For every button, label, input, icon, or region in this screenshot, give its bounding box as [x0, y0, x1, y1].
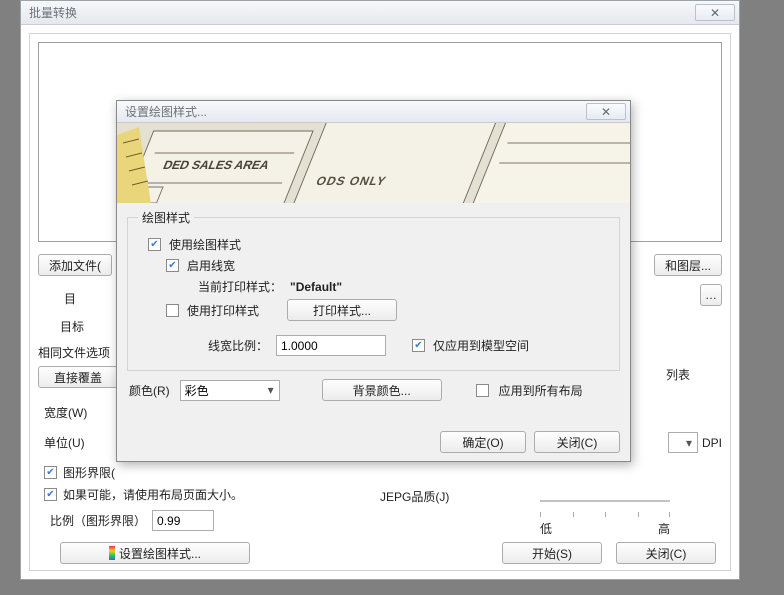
plot-style-group: 绘图样式 使用绘图样式 启用线宽 当前打印样式： "Default" 使用打印样… [127, 209, 620, 371]
plot-styles-titlebar: 设置绘图样式... ✕ [117, 101, 630, 123]
banner-illustration: DED SALES AREA ODS ONLY [117, 123, 630, 203]
color-select[interactable]: 彩色 [180, 380, 280, 401]
plot-styles-banner: DED SALES AREA ODS ONLY [117, 123, 630, 203]
plot-styles-dialog: 设置绘图样式... ✕ DED SALES AREA ODS ONLY [116, 100, 631, 462]
background-color-button[interactable]: 背景颜色... [322, 379, 442, 401]
browse-button[interactable]: … [700, 284, 722, 306]
direct-overwrite-button[interactable]: 直接覆盖 [38, 366, 118, 388]
layers-button[interactable]: 和图层... [654, 254, 722, 276]
ok-button[interactable]: 确定(O) [440, 431, 526, 453]
set-plot-styles-button[interactable]: 设置绘图样式... [60, 542, 250, 564]
apply-all-layouts-label: 应用到所有布局 [499, 382, 583, 399]
use-print-style-label: 使用打印样式 [187, 302, 279, 319]
jpeg-high-label: 高 [658, 520, 670, 537]
enable-linewidth-label: 启用线宽 [187, 257, 235, 274]
plot-styles-body: 绘图样式 使用绘图样式 启用线宽 当前打印样式： "Default" 使用打印样… [117, 203, 630, 461]
jpeg-quality-slider[interactable] [540, 490, 670, 512]
list-label: 列表 [666, 366, 690, 383]
use-print-style-checkbox[interactable] [166, 304, 179, 317]
close-button-bc[interactable]: 关闭(C) [616, 542, 716, 564]
target-label-1: 目 [64, 290, 76, 307]
apply-all-layouts-checkbox[interactable] [476, 384, 489, 397]
width-label: 宽度(W) [44, 404, 87, 421]
color-label: 颜色(R) [129, 382, 170, 399]
target-label-2: 目标 [60, 318, 84, 335]
jpeg-low-label: 低 [540, 520, 552, 537]
svg-text:ODS ONLY: ODS ONLY [314, 174, 389, 187]
print-style-button[interactable]: 打印样式... [287, 299, 397, 321]
plot-styles-title: 设置绘图样式... [125, 103, 586, 120]
enable-linewidth-checkbox[interactable] [166, 259, 179, 272]
dpi-label: DPI [702, 436, 722, 450]
close-icon: ✕ [601, 105, 611, 119]
linewidth-ratio-label: 线宽比例： [198, 337, 268, 354]
svg-text:DED SALES AREA: DED SALES AREA [161, 158, 271, 171]
apply-model-only-checkbox[interactable] [412, 339, 425, 352]
batch-convert-titlebar: 批量转换 ✕ [21, 1, 739, 25]
add-files-button[interactable]: 添加文件( [38, 254, 112, 276]
batch-convert-close-button[interactable]: ✕ [695, 4, 735, 21]
apply-model-only-label: 仅应用到模型空间 [433, 337, 529, 354]
close-icon: ✕ [710, 6, 720, 20]
use-layout-size-label: 如果可能，请使用布局页面大小。 [63, 486, 243, 503]
same-file-options-label: 相同文件选项 [38, 344, 110, 361]
use-layout-size-checkbox[interactable] [44, 488, 57, 501]
plot-style-group-legend: 绘图样式 [138, 209, 194, 226]
current-print-style-value: "Default" [290, 280, 342, 294]
rainbow-icon [109, 546, 115, 560]
current-print-style-label: 当前打印样式： [198, 278, 282, 295]
unit-select[interactable] [668, 432, 698, 453]
jpeg-quality-label: JEPG品质(J) [380, 488, 449, 505]
close-button-ps[interactable]: 关闭(C) [534, 431, 620, 453]
extent-checkbox[interactable] [44, 466, 57, 479]
unit-label: 单位(U) [44, 434, 85, 451]
start-button[interactable]: 开始(S) [502, 542, 602, 564]
use-plot-styles-checkbox[interactable] [148, 238, 161, 251]
scale-label: 比例（图形界限） [50, 512, 146, 529]
linewidth-ratio-input[interactable]: 1.0000 [276, 335, 386, 356]
ellipsis-icon: … [705, 288, 717, 302]
use-plot-styles-label: 使用绘图样式 [169, 236, 241, 253]
batch-convert-title: 批量转换 [29, 4, 695, 21]
plot-styles-close-button[interactable]: ✕ [586, 103, 626, 120]
set-plot-styles-label: 设置绘图样式... [119, 545, 201, 562]
extent-label: 图形界限( [63, 464, 115, 481]
scale-input[interactable]: 0.99 [152, 510, 214, 531]
